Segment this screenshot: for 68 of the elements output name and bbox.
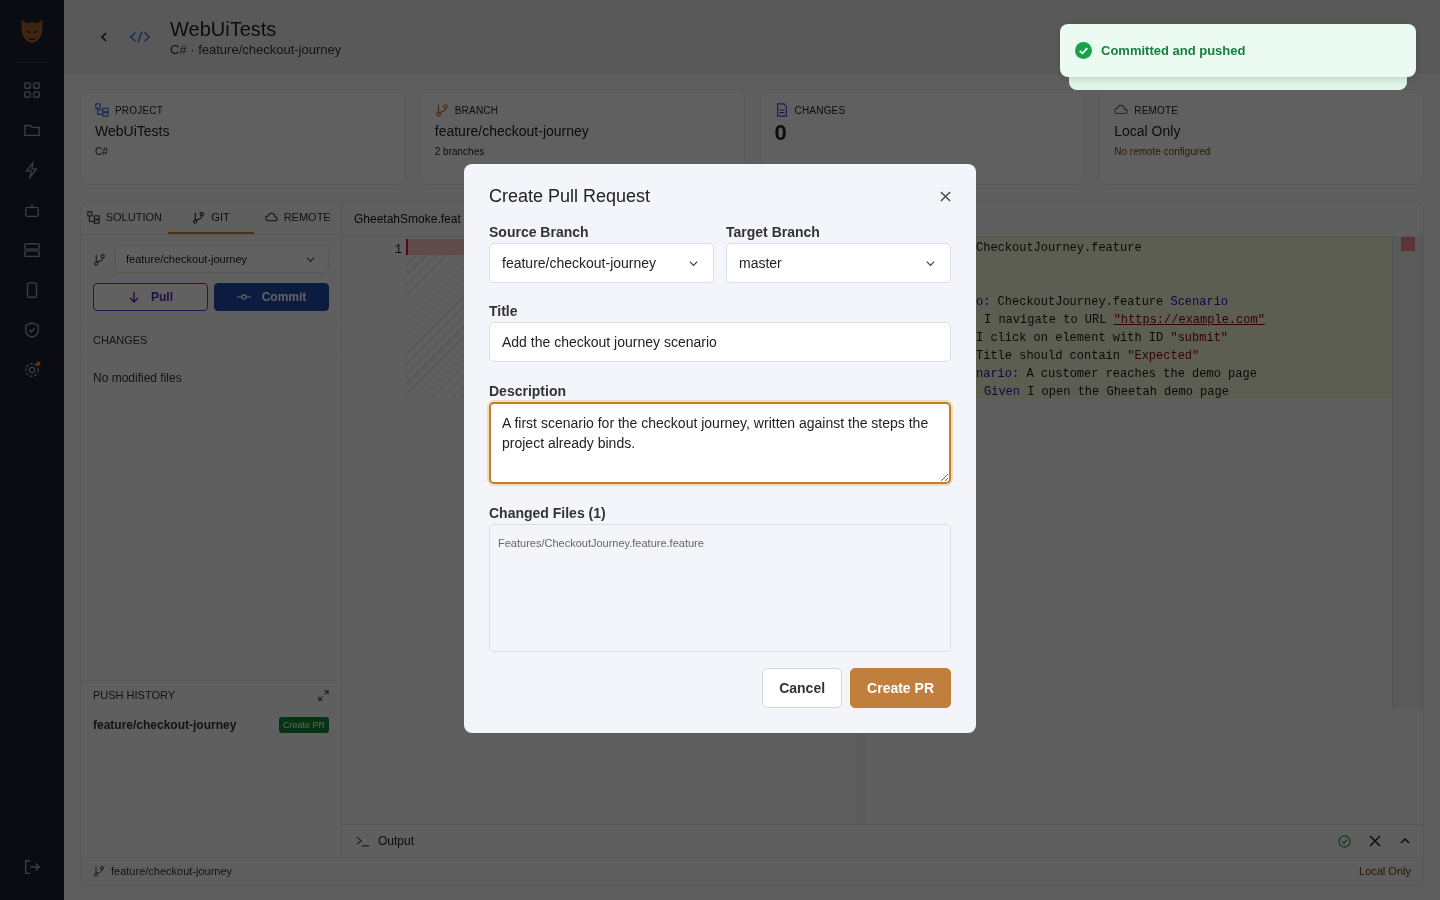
- project-title: WebUiTests: [170, 17, 278, 41]
- close-icon[interactable]: [940, 191, 951, 202]
- panel-tab[interactable]: REMOTE: [254, 202, 341, 234]
- stat-label: REMOTE: [1134, 104, 1179, 116]
- terminal-icon: [356, 835, 370, 847]
- stat-value: Local Only: [1114, 123, 1182, 139]
- status-remote: Local Only: [1359, 865, 1411, 877]
- check-circle-icon: [1075, 42, 1092, 59]
- bolt-icon[interactable]: [23, 161, 41, 179]
- branch-icon: [192, 210, 206, 224]
- project-icon: [95, 103, 109, 117]
- field-label: Changed Files (1): [489, 505, 607, 521]
- field-label: Source Branch: [489, 224, 590, 240]
- back-icon[interactable]: [98, 31, 110, 43]
- section-heading: CHANGES: [81, 324, 341, 357]
- check-circle-icon: [1338, 834, 1351, 848]
- field-label: Title: [489, 303, 519, 319]
- line-number: 1: [394, 243, 402, 257]
- target-branch-select[interactable]: master: [726, 243, 951, 283]
- panel-tab[interactable]: GIT: [167, 202, 255, 234]
- cloud-icon: [264, 210, 278, 224]
- stat-note: C#: [95, 146, 109, 157]
- file-path: Features/CheckoutJourney.feature.feature: [498, 537, 705, 549]
- settings-icon[interactable]: [23, 361, 41, 379]
- stat-value: WebUiTests: [95, 123, 171, 139]
- pull-button[interactable]: Pull: [93, 283, 208, 311]
- robot-icon[interactable]: [23, 201, 41, 219]
- server-icon[interactable]: [23, 241, 41, 259]
- arrow-down-icon: [128, 291, 140, 303]
- field-label: Description: [489, 383, 567, 399]
- field-label: Target Branch: [726, 224, 821, 240]
- commit-button[interactable]: Commit: [214, 283, 329, 311]
- empty-message: No modified files: [93, 371, 182, 385]
- dialog-title: Create Pull Request: [489, 186, 651, 207]
- expand-icon[interactable]: [318, 689, 329, 701]
- tree-icon: [86, 210, 100, 224]
- title-input[interactable]: Add the checkout journey scenario: [489, 322, 951, 362]
- logout-icon[interactable]: [23, 858, 41, 876]
- source-branch-select[interactable]: feature/checkout-journey: [489, 243, 714, 283]
- code-icon: [130, 29, 150, 45]
- panel-tab[interactable]: SOLUTION: [81, 202, 168, 234]
- branch-select[interactable]: feature/checkout-journey: [115, 245, 329, 273]
- stat-note: 2 branches: [434, 146, 486, 157]
- file-tab[interactable]: GheetahSmoke.feat: [354, 212, 461, 226]
- section-heading: PUSH HISTORY: [93, 689, 176, 701]
- shield-icon[interactable]: [23, 321, 41, 339]
- changes-icon: [774, 103, 789, 117]
- create-pr-button[interactable]: Create PR: [278, 717, 329, 733]
- cancel-button[interactable]: Cancel: [762, 668, 843, 708]
- history-branch: feature/checkout-journey: [93, 718, 237, 732]
- output-label: Output: [378, 834, 415, 848]
- commit-icon: [236, 292, 251, 302]
- branch-icon: [93, 252, 106, 266]
- branch-icon: [434, 103, 449, 117]
- description-input[interactable]: A first scenario for the checkout journey, written against the steps the project already binds.: [489, 402, 951, 484]
- stat-note: No remote configured: [1114, 146, 1212, 157]
- remote-icon: [1114, 103, 1129, 117]
- toast-message: Committed and pushed: [1101, 43, 1246, 58]
- create-pr-button[interactable]: Create PR: [850, 668, 951, 708]
- stat-value: 0: [774, 120, 788, 146]
- stat-value: feature/checkout-journey: [434, 123, 590, 139]
- stat-label: PROJECT: [115, 104, 164, 116]
- branch-icon: [93, 865, 105, 877]
- stat-label: BRANCH: [454, 104, 499, 116]
- stat-label: CHANGES: [794, 104, 846, 116]
- project-subtitle: C# · feature/checkout-journey: [170, 41, 342, 57]
- dashboard-icon[interactable]: [23, 81, 41, 99]
- status-branch: feature/checkout-journey: [111, 865, 233, 877]
